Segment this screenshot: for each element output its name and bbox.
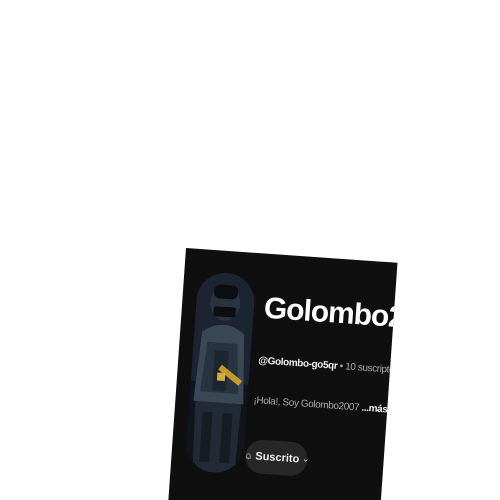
channel-description[interactable]: ¡Hola!, Soy Golombo2007 ...más	[253, 395, 388, 415]
description-text: ¡Hola!, Soy Golombo2007	[253, 395, 360, 414]
channel-handle[interactable]: @Golombo-go5qr	[258, 355, 338, 371]
subscribed-label: Suscrito	[254, 450, 300, 466]
channel-meta: @Golombo-go5qr • 10 suscriptores • 53 vi…	[258, 355, 398, 380]
soldier-avatar-image	[184, 270, 257, 475]
channel-name: Golombo2007	[262, 291, 398, 338]
page: Golombo2007 @Golombo-go5qr • 10 suscript…	[0, 0, 500, 500]
subscribed-button[interactable]: Suscrito	[244, 438, 309, 477]
channel-stats: • 10 suscriptores • 53 videos	[339, 361, 398, 380]
bell-icon	[245, 453, 252, 459]
channel-header-card: Golombo2007 @Golombo-go5qr • 10 suscript…	[167, 248, 398, 500]
channel-avatar[interactable]	[184, 270, 257, 475]
chevron-down-icon	[303, 458, 308, 462]
more-link[interactable]: ...más	[361, 403, 388, 416]
